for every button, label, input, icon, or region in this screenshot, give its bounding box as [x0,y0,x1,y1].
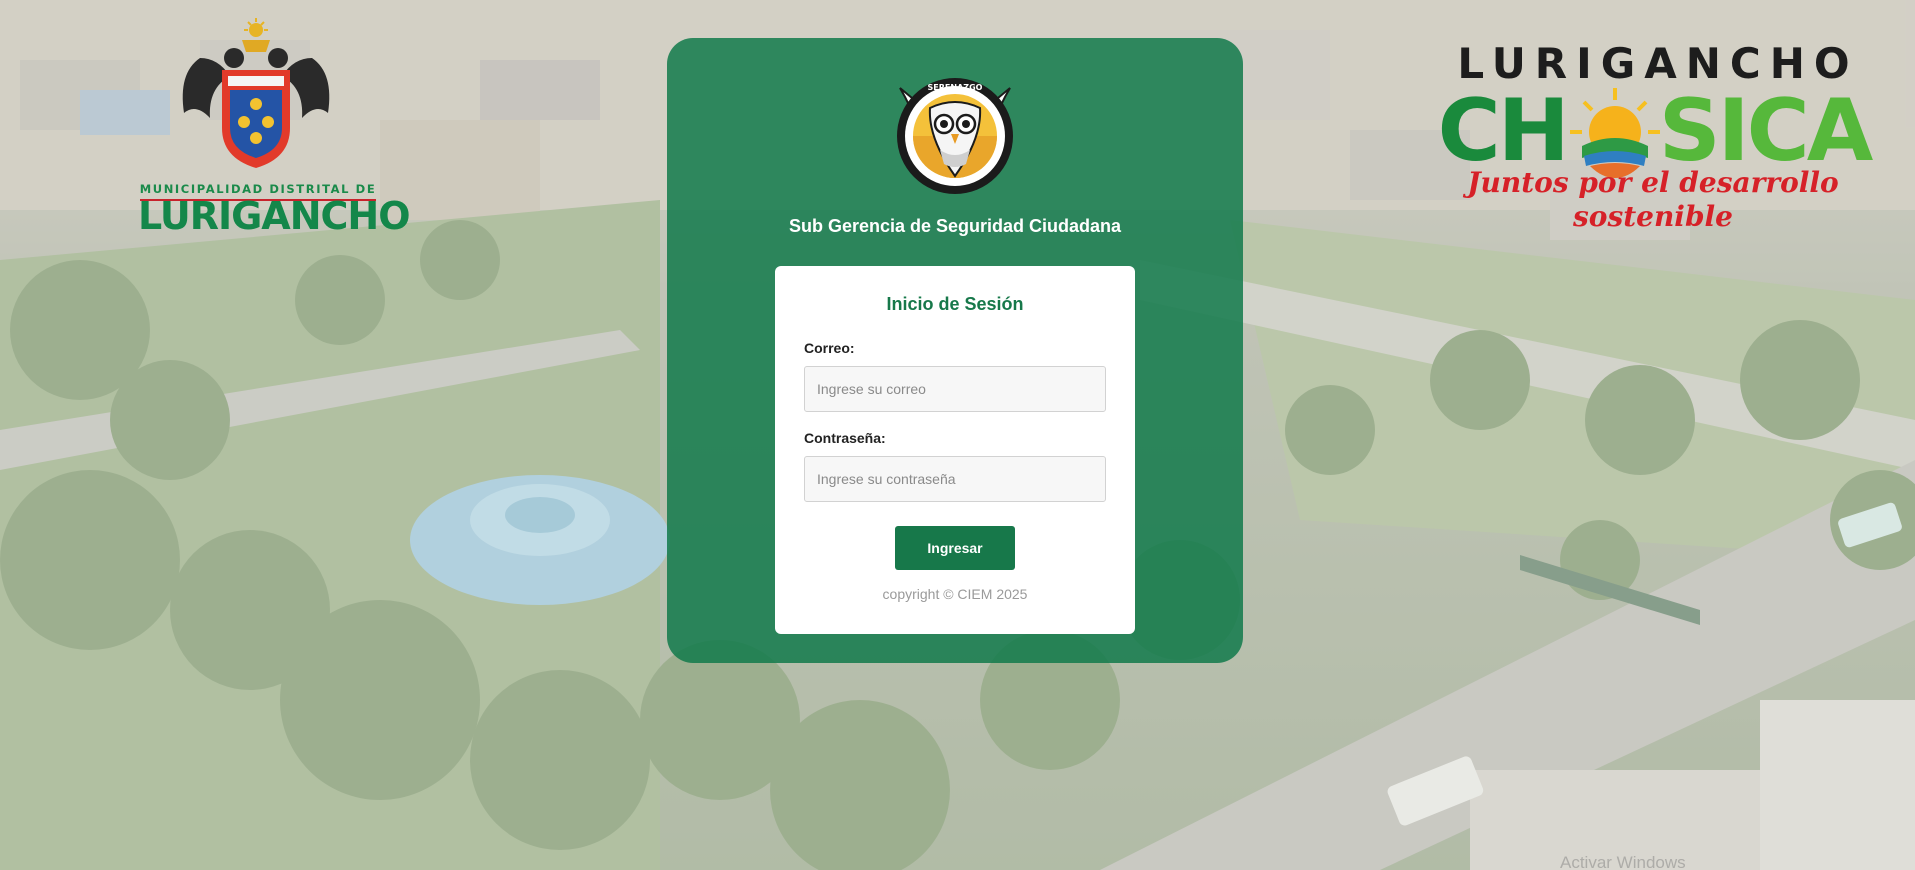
copyright-text: copyright © CIEM 2025 [882,586,1028,602]
login-form: Inicio de Sesión Correo: Contraseña: Ing… [775,266,1135,634]
crest-icon [182,18,330,168]
municipality-name: LURIGANCHO [138,194,411,238]
municipalidad-lurigancho-logo: MUNICIPALIDAD DISTRITAL DE LURIGANCHO [138,18,411,238]
logo-tagline: Juntos por el desarrollo sostenible [1467,166,1839,233]
password-field[interactable] [804,456,1106,502]
email-label: Correo: [804,340,855,356]
login-submit-button[interactable]: Ingresar [895,526,1015,570]
login-card: SERENAZGO Sub Gerencia de Seguridad Ciud… [667,38,1243,663]
page-title: Sub Gerencia de Seguridad Ciudadana [788,216,1122,236]
logo-top-text: LURIGANCHO [1457,39,1859,88]
login-title: Inicio de Sesión [886,294,1024,314]
lurigancho-chosica-logo: LURIGANCHO CH SICA Juntos por el desarrol… [1425,39,1881,234]
password-label: Contraseña: [804,430,886,446]
serenazgo-owl-badge-icon: SERENAZGO [897,78,1013,194]
os-activation-watermark: Activar Windows [1560,853,1686,870]
email-field[interactable] [804,366,1106,412]
badge-top-text: SERENAZGO [928,83,983,92]
